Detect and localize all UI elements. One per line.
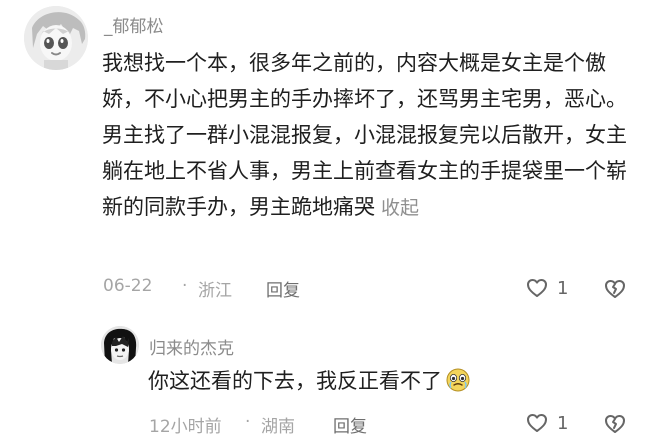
broken-heart-icon[interactable] (603, 277, 627, 301)
reply-username[interactable]: 归来的杰克 (149, 334, 234, 359)
reply-comment-like-count: 1 (557, 412, 569, 434)
heart-outline-icon (527, 414, 547, 432)
main-comment-like-button[interactable]: 1 (525, 276, 568, 300)
main-username[interactable]: _郁郁松 (104, 12, 164, 37)
anime-avatar-icon[interactable] (24, 6, 88, 70)
black-hair-avatar-icon[interactable] (101, 326, 139, 364)
crying-emoji-art (446, 368, 470, 392)
broken-heart-art (605, 415, 625, 433)
crying-emoji-icon (444, 366, 472, 394)
reply-comment-text: 你这还看的下去，我反正看不了 (148, 369, 442, 393)
main-comment-text: 我想找一个本，很多年之前的，内容大概是女主是个傲娇，不小心把男主的手办摔坏了，还… (102, 51, 627, 219)
main-comment-separator: · (182, 276, 188, 296)
broken-heart-icon[interactable] (603, 412, 627, 436)
reply-comment-separator: · (245, 412, 251, 432)
anime-avatar-art (24, 6, 88, 70)
main-comment-reply-button[interactable]: 回复 (266, 276, 300, 301)
reply-comment-text-block: 你这还看的下去，我反正看不了 (148, 366, 538, 396)
main-comment-text-block: 我想找一个本，很多年之前的，内容大概是女主是个傲娇，不小心把男主的手办摔坏了，还… (102, 45, 632, 226)
broken-heart-art (605, 280, 625, 298)
main-comment-location: 浙江 (198, 281, 232, 301)
reply-comment-location: 湖南 (261, 417, 295, 437)
heart-outline-icon (527, 279, 547, 297)
black-hair-avatar-art (101, 326, 139, 364)
reply-comment-like-button[interactable]: 1 (525, 411, 568, 435)
main-comment-date: 06-22 (103, 276, 153, 296)
reply-comment-date: 12小时前 (149, 417, 222, 437)
reply-comment-reply-button[interactable]: 回复 (333, 412, 367, 437)
main-comment-like-count: 1 (557, 277, 569, 299)
collapse-link[interactable]: 收起 (381, 197, 419, 219)
